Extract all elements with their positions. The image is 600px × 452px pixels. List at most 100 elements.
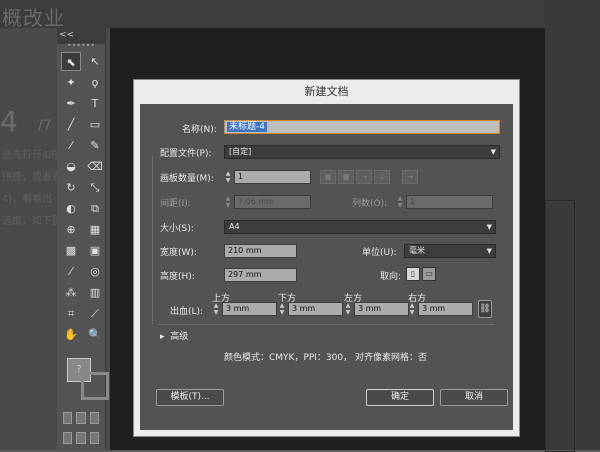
- bleed-left-input[interactable]: 3 mm: [354, 302, 409, 316]
- templates-button[interactable]: 模板(T)...: [156, 389, 224, 406]
- name-input[interactable]: 未标题-4: [224, 120, 500, 134]
- grid-by-row-icon[interactable]: ▦: [320, 170, 336, 184]
- hand-tool-icon[interactable]: ✋: [61, 325, 81, 344]
- units-label: 单位(U):: [362, 248, 397, 258]
- pencil-tool-icon[interactable]: ✎: [85, 136, 105, 155]
- size-select[interactable]: A4 ▼: [224, 220, 496, 234]
- draw-normal-button[interactable]: [63, 432, 73, 444]
- portrait-orientation-icon[interactable]: ▯: [406, 267, 420, 281]
- arrange-by-column-icon[interactable]: ⇣: [374, 170, 390, 184]
- lasso-tool-icon[interactable]: ϙ: [85, 73, 105, 92]
- draw-inside-button[interactable]: [89, 432, 99, 444]
- artboards-label: 画板数量(M):: [160, 174, 214, 184]
- spacing-input[interactable]: 7.06 mm: [234, 195, 311, 209]
- profile-select-value: [自定]: [229, 147, 252, 156]
- bleed-bottom-input[interactable]: 3 mm: [288, 302, 343, 316]
- mesh-tool-icon[interactable]: ▩: [61, 241, 81, 260]
- layout-direction-icon[interactable]: →: [402, 170, 418, 184]
- draw-mode-row: [57, 428, 105, 448]
- link-bleed-icon[interactable]: ⛓: [478, 300, 492, 318]
- background-text-line: 4)，看看出: [2, 194, 53, 205]
- warp-tool-icon[interactable]: ◐: [61, 199, 81, 218]
- none-button[interactable]: [89, 412, 99, 424]
- direct-selection-tool-icon[interactable]: ↖: [85, 52, 105, 71]
- columns-input[interactable]: 1: [406, 195, 493, 209]
- bleed-left-stepper[interactable]: ▲ ▼: [344, 302, 352, 316]
- free-transform-tool-icon[interactable]: ⧉: [85, 199, 105, 218]
- stroke-swatch[interactable]: [81, 372, 109, 400]
- bleed-right-input[interactable]: 3 mm: [418, 302, 473, 316]
- pen-tool-icon[interactable]: ✒: [61, 94, 81, 113]
- grid-by-column-icon[interactable]: ▦: [338, 170, 354, 184]
- color-mode-row: [57, 408, 105, 428]
- cancel-button[interactable]: 取消: [440, 389, 508, 406]
- blob-brush-tool-icon[interactable]: ◒: [61, 157, 81, 176]
- type-tool-icon[interactable]: T: [85, 94, 105, 113]
- background-step-fraction: /7: [38, 118, 52, 134]
- selection-tool-icon[interactable]: ⬉: [61, 52, 81, 71]
- artboards-stepper[interactable]: ▲ ▼: [224, 170, 232, 184]
- arrange-by-row-icon[interactable]: ⇢: [356, 170, 372, 184]
- size-label: 大小(S):: [160, 224, 194, 234]
- rotate-tool-icon[interactable]: ↻: [61, 178, 81, 197]
- units-select-value: 毫米: [409, 246, 425, 255]
- artboard-tool-icon[interactable]: ⌗: [61, 304, 81, 323]
- chevron-down-icon: ▼: [486, 223, 492, 231]
- rectangle-tool-icon[interactable]: ▭: [85, 115, 105, 134]
- background-text-line: 选框，如下图: [2, 216, 62, 227]
- shape-builder-tool-icon[interactable]: ⊕: [61, 220, 81, 239]
- tools-panel: << •••••• ⬉ ↖ ✦ ϙ ✒ T ╱ ▭ ⁄ ✎ ◒ ⌫ ↻ ⤡ ◐ ⧉ ⊕ ▦ ▩ ▣ ⁄ ◎ ⁂ ▥ ⌗ ⟋ ✋ 🔍 ?: [57, 28, 109, 450]
- column-graph-tool-icon[interactable]: ▥: [85, 283, 105, 302]
- bleed-top-input[interactable]: 3 mm: [222, 302, 277, 316]
- slice-tool-icon[interactable]: ⟋: [85, 304, 105, 323]
- magic-wand-tool-icon[interactable]: ✦: [61, 73, 81, 92]
- dialog-body: 名称(N): 未标题-4 配置文件(P): [自定] ▼ 画板数量(M): ▲ ▼…: [140, 104, 513, 430]
- gradient-tool-icon[interactable]: ▣: [85, 241, 105, 260]
- dialog-title: 新建文档: [304, 85, 349, 98]
- height-label: 高度(H):: [160, 272, 195, 282]
- background-step-number: 4: [0, 105, 18, 138]
- document-info-text: 颜色模式：CMYK，PPI：300， 对齐像素网格：否: [224, 353, 427, 363]
- background-text-line: 拼捷，或者直: [2, 172, 62, 183]
- spacing-label: 间距(I):: [160, 199, 191, 209]
- paintbrush-tool-icon[interactable]: ⁄: [61, 136, 81, 155]
- advanced-toggle[interactable]: ▸ 高级: [160, 329, 188, 342]
- color-button[interactable]: [63, 412, 73, 424]
- height-input[interactable]: 297 mm: [224, 268, 297, 282]
- draw-behind-button[interactable]: [76, 432, 86, 444]
- advanced-label: 高级: [170, 332, 189, 342]
- artboards-input[interactable]: 1: [234, 170, 311, 184]
- symbol-sprayer-tool-icon[interactable]: ⁂: [61, 283, 81, 302]
- zoom-tool-icon[interactable]: 🔍: [85, 325, 105, 344]
- scale-tool-icon[interactable]: ⤡: [85, 178, 105, 197]
- spacing-stepper[interactable]: ▲ ▼: [224, 195, 232, 209]
- gradient-button[interactable]: [76, 412, 86, 424]
- bleed-right-stepper[interactable]: ▲ ▼: [408, 302, 416, 316]
- eyedropper-tool-icon[interactable]: ⁄: [61, 262, 81, 281]
- bleed-bottom-stepper[interactable]: ▲ ▼: [278, 302, 286, 316]
- background-title: 概改业: [2, 6, 65, 30]
- landscape-orientation-icon[interactable]: ▭: [422, 267, 436, 281]
- right-panel-inner: [545, 200, 575, 452]
- new-document-dialog: 新建文档 名称(N): 未标题-4 配置文件(P): [自定] ▼ 画板数量(M…: [134, 80, 519, 436]
- ok-button[interactable]: 确定: [366, 389, 434, 406]
- units-select[interactable]: 毫米 ▼: [404, 244, 496, 258]
- line-tool-icon[interactable]: ╱: [61, 115, 81, 134]
- chevron-down-icon: ▼: [486, 247, 492, 255]
- disclosure-triangle-icon: ▸: [160, 332, 165, 342]
- background-top-strip: [0, 0, 600, 28]
- columns-label: 列数(O):: [352, 199, 388, 209]
- blend-tool-icon[interactable]: ◎: [85, 262, 105, 281]
- orientation-label: 取向:: [380, 272, 402, 282]
- columns-stepper[interactable]: ▲ ▼: [396, 195, 404, 209]
- bleed-label: 出血(L):: [170, 307, 204, 317]
- bleed-top-stepper[interactable]: ▲ ▼: [212, 302, 220, 316]
- right-panel: [545, 0, 600, 452]
- section-divider: [158, 324, 494, 325]
- width-input[interactable]: 210 mm: [224, 244, 297, 258]
- name-label: 名称(N):: [182, 125, 217, 135]
- fill-stroke-swatches: ?: [61, 354, 109, 408]
- width-label: 宽度(W):: [160, 248, 197, 258]
- eraser-tool-icon[interactable]: ⌫: [85, 157, 105, 176]
- perspective-grid-tool-icon[interactable]: ▦: [85, 220, 105, 239]
